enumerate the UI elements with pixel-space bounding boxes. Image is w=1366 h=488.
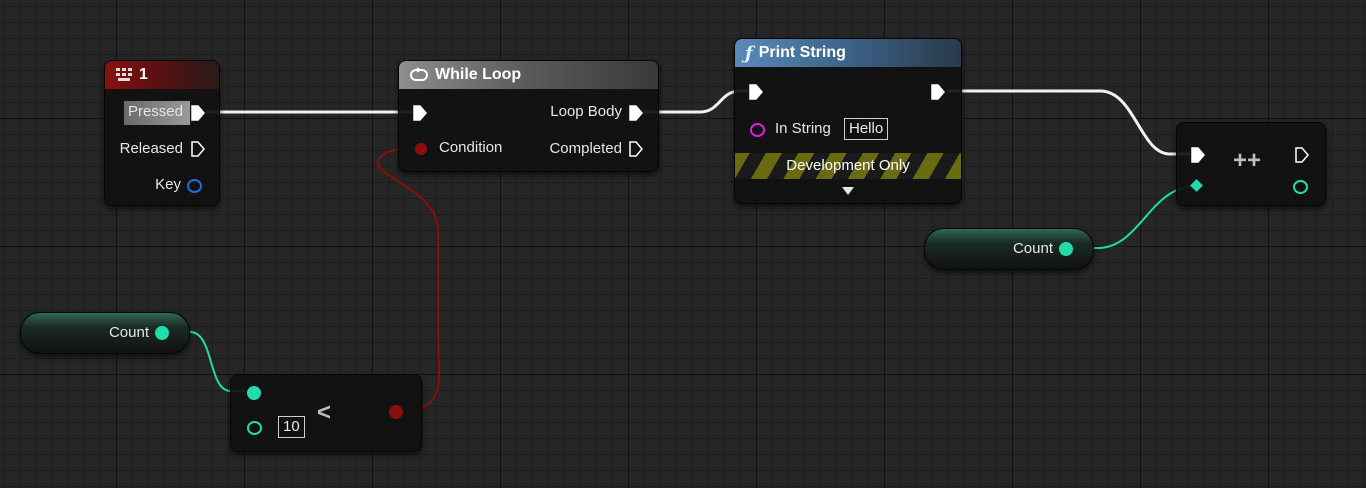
completed-exec-pin[interactable] [629,141,643,157]
less-than-node[interactable]: 10 < [230,374,422,452]
loop-body-exec-pin[interactable] [629,105,643,121]
count-variable-pin-top[interactable] [1059,242,1073,256]
loop-icon [409,67,429,83]
pressed-exec-pin[interactable] [191,105,205,121]
count-variable-node-top[interactable]: Count [924,228,1094,270]
less-than-input-b-pin[interactable] [247,421,262,435]
count-variable-label-top: Count [1012,240,1053,257]
key-event-node[interactable]: 1 Pressed Released Key [104,60,220,206]
print-string-node[interactable]: ƒ Print String In String Hello Developme… [734,38,962,204]
keyboard-key-icon [115,67,133,83]
in-string-pin-label: In String [775,120,831,137]
key-struct-pin[interactable] [187,179,202,193]
increment-exec-out-pin[interactable] [1295,147,1309,163]
loop-body-pin-label: Loop Body [550,103,622,120]
less-than-result-pin[interactable] [389,405,403,419]
increment-exec-in-pin[interactable] [1191,147,1205,163]
increment-int-out-pin[interactable] [1293,180,1308,194]
count-variable-pin-bottom[interactable] [155,326,169,340]
exec-wire-print-out [946,89,1190,156]
less-than-input-a-pin[interactable] [247,386,261,400]
while-loop-header[interactable]: While Loop [399,61,658,89]
pressed-pin-label: Pressed [127,103,183,120]
print-string-exec-out-pin[interactable] [931,84,945,100]
condition-bool-pin[interactable] [415,143,427,155]
in-string-pin[interactable] [750,123,765,137]
triangle-down-icon[interactable] [841,183,855,201]
increment-int-in-pin[interactable] [1190,179,1203,192]
development-only-banner: Development Only [735,153,961,179]
while-loop-title: While Loop [435,66,522,83]
in-string-input[interactable]: Hello [844,118,889,140]
condition-pin-label: Condition [439,139,503,156]
print-string-exec-in-pin[interactable] [749,84,763,100]
key-event-title: 1 [139,66,148,83]
released-pin-label: Released [119,140,183,157]
key-event-header[interactable]: 1 [105,61,219,89]
print-string-header[interactable]: ƒ Print String [735,39,961,67]
while-loop-exec-in-pin[interactable] [413,105,427,121]
less-than-value-input[interactable]: 10 [278,416,305,438]
released-exec-pin[interactable] [191,141,205,157]
key-pin-label: Key [155,176,181,193]
less-than-operator: < [317,399,332,426]
count-variable-node-bottom[interactable]: Count [20,312,190,354]
while-loop-node[interactable]: While Loop Condition Loop Body Completed [398,60,659,172]
completed-pin-label: Completed [549,140,622,157]
function-icon: ƒ [745,42,753,64]
bool-wire-condition [376,147,441,413]
increment-operator: ++ [1233,147,1262,174]
increment-node[interactable]: ++ [1176,122,1326,206]
count-variable-label-bottom: Count [108,324,149,341]
print-string-title: Print String [758,44,846,61]
